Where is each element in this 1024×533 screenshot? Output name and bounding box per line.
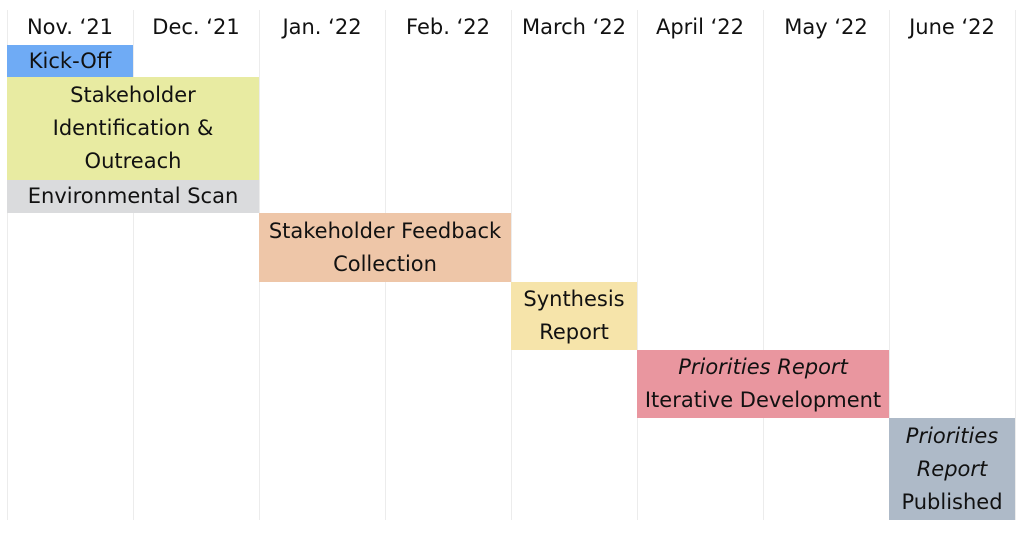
month-header: Feb. ‘22 xyxy=(406,15,490,39)
task-bar: Environmental Scan xyxy=(7,180,259,213)
task-label: Collection xyxy=(333,251,437,276)
month-gridline xyxy=(763,10,764,520)
task-label: Outreach xyxy=(84,149,182,173)
month-header: Jan. ‘22 xyxy=(282,15,362,39)
month-gridline xyxy=(637,10,638,520)
task-label: Iterative Development xyxy=(644,388,882,412)
task-label: Report xyxy=(539,320,609,344)
task-bar: Synthesis Report xyxy=(511,282,637,350)
task-label: Identification & xyxy=(52,116,214,140)
task-bar: Stakeholder Identification & Outreach xyxy=(7,77,259,180)
task-label: Published xyxy=(901,489,1003,514)
month-header: March ‘22 xyxy=(521,15,627,39)
task-bar: Stakeholder Feedback Collection xyxy=(259,213,511,282)
month-gridline xyxy=(1015,10,1016,520)
task-bar: Priorities Report Published xyxy=(889,418,1015,520)
task-label: Stakeholder xyxy=(70,83,196,107)
month-header: June ‘22 xyxy=(909,15,995,39)
month-header: April ‘22 xyxy=(655,15,745,39)
task-label: Priorities xyxy=(905,423,999,448)
task-bar: Kick-Off xyxy=(7,45,133,77)
task-label: Environmental Scan xyxy=(27,184,239,208)
task-label: Synthesis xyxy=(523,287,625,311)
month-header: Nov. ‘21 xyxy=(26,15,114,39)
task-label: Report xyxy=(916,456,988,481)
month-header: Dec. ‘21 xyxy=(152,15,240,39)
month-gridline xyxy=(511,10,512,520)
task-bar: Priorities Report Iterative Development xyxy=(637,350,889,418)
month-header: May ‘22 xyxy=(784,15,868,39)
task-label: Kick-Off xyxy=(28,48,112,73)
task-label: Priorities Report xyxy=(678,355,848,379)
task-label: Stakeholder Feedback xyxy=(268,218,502,243)
